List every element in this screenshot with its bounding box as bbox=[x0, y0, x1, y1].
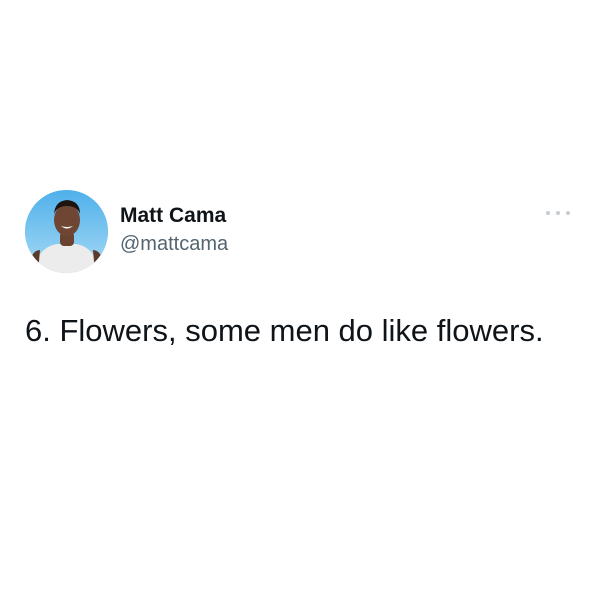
author-handle[interactable]: @mattcama bbox=[120, 232, 228, 256]
more-horizontal-icon bbox=[546, 211, 550, 215]
more-horizontal-icon-dot bbox=[566, 211, 570, 215]
profile-photo-icon bbox=[25, 190, 108, 273]
tweet-card: Matt Cama @mattcama 6. Flowers, some men… bbox=[0, 0, 600, 600]
author-display-name[interactable]: Matt Cama bbox=[120, 203, 226, 229]
tweet-text: 6. Flowers, some men do like flowers. bbox=[25, 313, 544, 348]
more-options-button[interactable] bbox=[544, 203, 572, 223]
avatar[interactable] bbox=[25, 190, 108, 273]
more-horizontal-icon-dot bbox=[556, 211, 560, 215]
